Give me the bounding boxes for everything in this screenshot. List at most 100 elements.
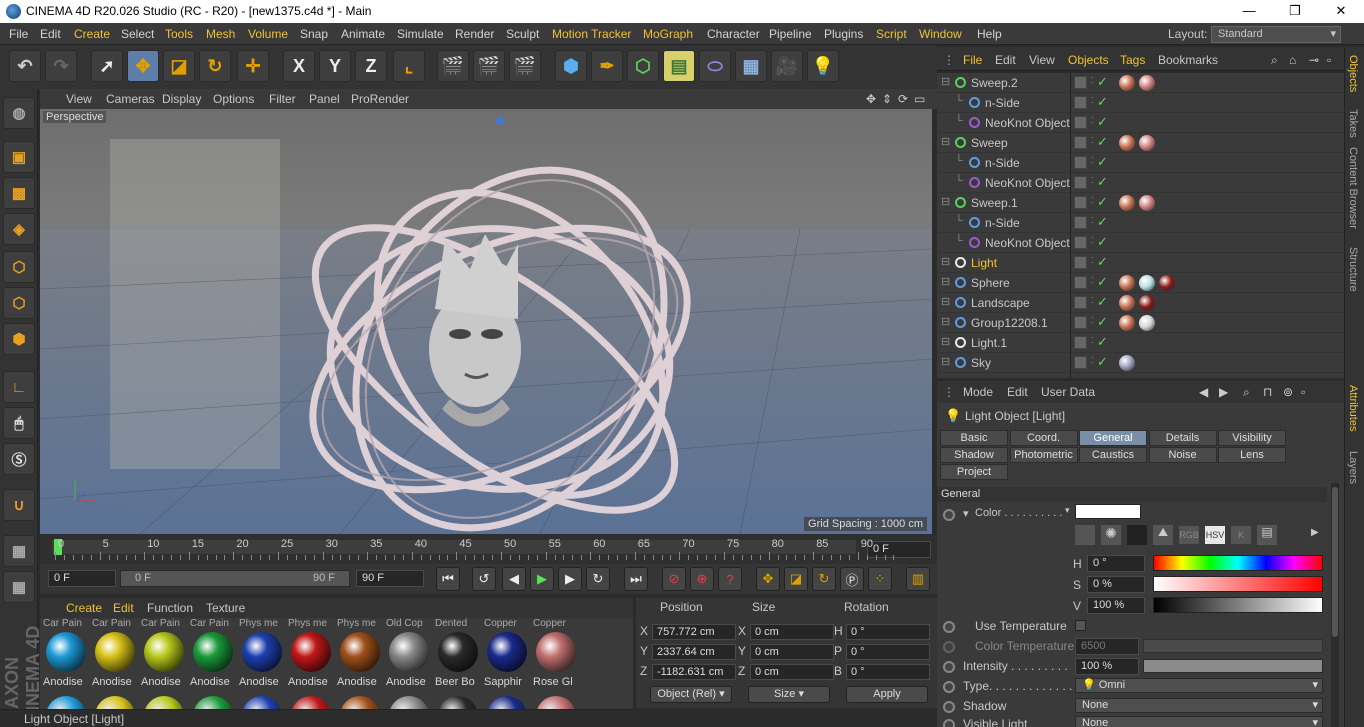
attr-tab-coord[interactable]: Coord. xyxy=(1009,430,1078,446)
key-parameter-icon[interactable]: Ⓟ xyxy=(840,567,864,591)
viewport-menu-display[interactable]: Display xyxy=(162,92,201,106)
tree-expander-icon[interactable]: ⊟ xyxy=(941,315,950,328)
saturation-field[interactable]: 0 % xyxy=(1087,576,1145,593)
material-menu-edit[interactable]: Edit xyxy=(113,601,134,615)
intensity-slider[interactable] xyxy=(1143,659,1323,673)
tree-expander-icon[interactable]: ⊟ xyxy=(941,355,950,368)
layer-flag-icon[interactable] xyxy=(1074,196,1087,209)
tab-attributes[interactable]: Attributes xyxy=(1347,385,1359,431)
attr-tab-project[interactable]: Project xyxy=(940,464,1008,480)
layer-flag-icon[interactable] xyxy=(1074,256,1087,269)
tree-expander-icon[interactable]: └ xyxy=(955,175,963,187)
tab-structure[interactable]: Structure xyxy=(1347,247,1359,292)
color-animate-radio[interactable] xyxy=(943,509,955,521)
undo-icon[interactable]: ↶ xyxy=(9,50,41,82)
cloner-mograph-icon[interactable]: ▤ xyxy=(663,50,695,82)
object-row[interactable]: └ n-Side ⁚ ✓ xyxy=(937,153,1344,173)
material-tag-icon[interactable] xyxy=(1119,275,1135,291)
layer-flag-icon[interactable] xyxy=(1074,296,1087,309)
size-field[interactable]: 0 cm xyxy=(750,664,834,680)
rotation-field[interactable]: 0 ° xyxy=(846,644,930,660)
enabled-check-icon[interactable]: ✓ xyxy=(1097,154,1108,170)
intensity-field[interactable]: 100 % xyxy=(1075,658,1139,675)
start-frame-field[interactable]: 0 F xyxy=(48,570,116,587)
viewport-rotate-icon[interactable]: ⟳ xyxy=(898,92,908,106)
enabled-check-icon[interactable]: ✓ xyxy=(1097,94,1108,110)
om-menu-objects[interactable]: Objects xyxy=(1068,53,1109,67)
record-keys-icon[interactable]: ⊘ xyxy=(662,567,686,591)
cube-primitive-icon[interactable]: ⬢ xyxy=(555,50,587,82)
material-swatch[interactable]: Car Pain Anodise xyxy=(190,618,236,690)
material-tag-icon[interactable] xyxy=(1139,315,1155,331)
tweak-mode-icon[interactable]: 🖱 xyxy=(3,407,35,439)
timeline-ruler[interactable]: 0 F 0 5 10 15 20 25 30 35 40 45 50 55 60 65 70 75 80 85 90 xyxy=(40,534,937,564)
apply-button[interactable]: Apply xyxy=(846,686,928,703)
layer-flag-icon[interactable] xyxy=(1074,236,1087,249)
tab-takes[interactable]: Takes xyxy=(1347,109,1359,138)
color-expand-icon[interactable]: ▾ xyxy=(963,507,969,520)
redo-icon[interactable]: ↷ xyxy=(45,50,77,82)
material-swatch[interactable]: Copper Sapphir xyxy=(484,618,530,690)
value-field[interactable]: 100 % xyxy=(1087,597,1145,614)
enabled-check-icon[interactable]: ✓ xyxy=(1097,174,1108,190)
menu-mesh[interactable]: Mesh xyxy=(206,27,235,41)
attr-tab-visibility[interactable]: Visibility xyxy=(1218,430,1286,446)
layer-flag-icon[interactable] xyxy=(1074,156,1087,169)
menu-plugins[interactable]: Plugins xyxy=(824,27,863,41)
tree-expander-icon[interactable]: └ xyxy=(955,95,963,107)
layer-flag-icon[interactable] xyxy=(1074,336,1087,349)
object-row[interactable]: ⊟ Landscape ⁚ ✓ xyxy=(937,293,1344,313)
end-frame-field[interactable]: 90 F xyxy=(356,570,424,587)
object-name[interactable]: NeoKnot Object xyxy=(985,176,1070,190)
coord-mode-dropdown[interactable]: Object (Rel) ▾ xyxy=(650,686,732,703)
material-tag-icon[interactable] xyxy=(1139,75,1155,91)
viewport-menu-view[interactable]: View xyxy=(66,92,92,106)
menu-edit[interactable]: Edit xyxy=(40,27,61,41)
edges-mode-icon[interactable]: ⬡ xyxy=(3,287,35,319)
object-name[interactable]: Light xyxy=(971,256,997,270)
attr-menu-user-data[interactable]: User Data xyxy=(1041,385,1095,399)
object-row[interactable]: └ NeoKnot Object ⁚ ✓ xyxy=(937,113,1344,133)
object-row[interactable]: ⊟ Sky ⁚ ✓ xyxy=(937,353,1344,373)
texture-mode-icon[interactable]: ▩ xyxy=(3,177,35,209)
render-picture-viewer-icon[interactable]: 🎬 xyxy=(473,50,505,82)
om-menu-bookmarks[interactable]: Bookmarks xyxy=(1158,53,1218,67)
axis-mode-icon[interactable]: ∟ xyxy=(3,371,35,403)
points-mode-icon[interactable]: ⬡ xyxy=(3,251,35,283)
light-object-handle[interactable] xyxy=(495,115,505,123)
new-panel-icon[interactable]: ⊚ xyxy=(1283,385,1293,399)
tree-expander-icon[interactable]: └ xyxy=(955,115,963,127)
key-rotation-icon[interactable]: ↻ xyxy=(812,567,836,591)
scale-tool-icon[interactable]: ◪ xyxy=(163,50,195,82)
material-tag-icon[interactable] xyxy=(1139,275,1155,291)
tab-objects[interactable]: Objects xyxy=(1347,55,1359,92)
current-frame-field[interactable]: 0 F xyxy=(867,541,931,558)
visibility-dots-icon[interactable]: ⁚ xyxy=(1091,176,1094,185)
layer-flag-icon[interactable] xyxy=(1074,356,1087,369)
image-mode-icon[interactable] xyxy=(1127,525,1147,545)
object-name[interactable]: Sweep xyxy=(971,136,1008,150)
select-cursor-icon[interactable]: ➚ xyxy=(91,50,123,82)
color-swatch[interactable] xyxy=(1075,504,1141,519)
menu-simulate[interactable]: Simulate xyxy=(397,27,444,41)
menu-sculpt[interactable]: Sculpt xyxy=(506,27,539,41)
menu-select[interactable]: Select xyxy=(121,27,154,41)
color-temperature-animate-radio[interactable] xyxy=(943,641,955,653)
object-row[interactable]: ⊟ Sphere ⁚ ✓ xyxy=(937,273,1344,293)
attr-menu-edit[interactable]: Edit xyxy=(1007,385,1028,399)
object-row[interactable]: ⊟ Sweep.1 ⁚ ✓ xyxy=(937,193,1344,213)
visibility-dots-icon[interactable]: ⁚ xyxy=(1091,76,1094,85)
attr-tab-photometric[interactable]: Photometric xyxy=(1009,447,1078,463)
next-frame-icon[interactable]: ▶ xyxy=(558,567,582,591)
material-tag-icon[interactable] xyxy=(1119,355,1135,371)
menu-mograph[interactable]: MoGraph xyxy=(643,27,693,41)
enabled-check-icon[interactable]: ✓ xyxy=(1097,294,1108,310)
attr-tab-lens[interactable]: Lens xyxy=(1218,447,1286,463)
om-menu-view[interactable]: View xyxy=(1029,53,1055,67)
material-swatch[interactable]: Old Cop Anodise xyxy=(386,618,432,690)
maximize-icon[interactable]: ▫ xyxy=(1327,53,1331,67)
material-tag-icon[interactable] xyxy=(1119,295,1135,311)
viewport-move-icon[interactable]: ✥ xyxy=(866,92,876,106)
object-name[interactable]: NeoKnot Object xyxy=(985,116,1070,130)
menu-render[interactable]: Render xyxy=(455,27,494,41)
